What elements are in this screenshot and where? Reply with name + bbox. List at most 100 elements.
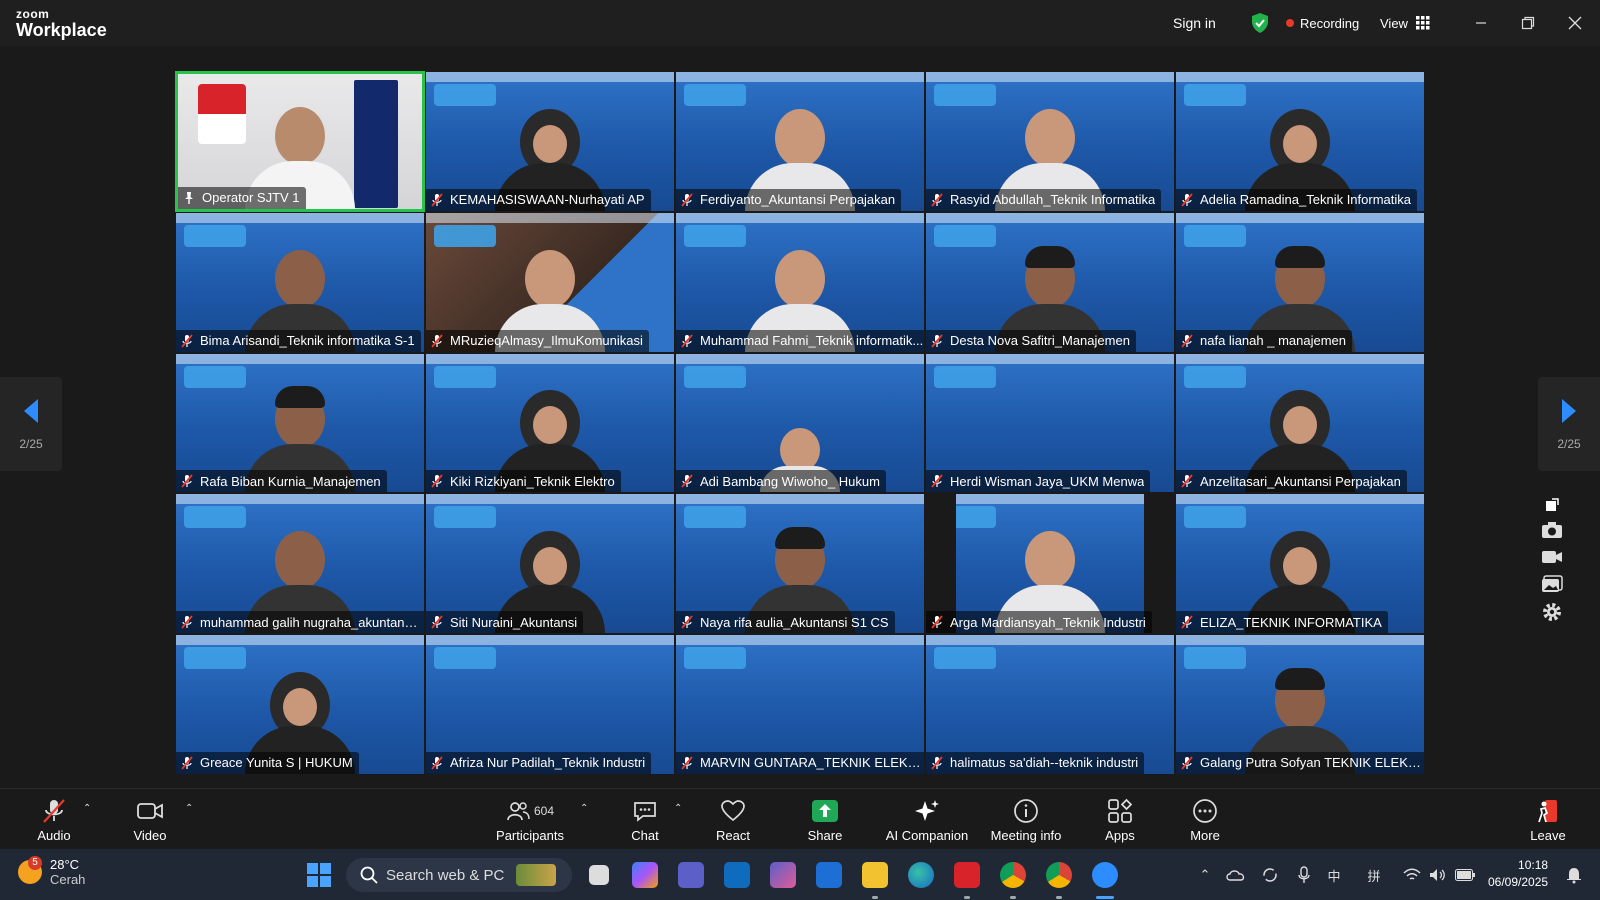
clock[interactable]: 10:18 06/09/2025	[1488, 857, 1548, 891]
file-explorer-app[interactable]	[860, 858, 890, 892]
chrome-profile-app[interactable]	[1044, 858, 1074, 892]
participant-tile[interactable]: MARVIN GUNTARA_TEKNIK ELEKTRO...	[675, 634, 925, 775]
mic-muted-icon	[1181, 615, 1193, 629]
participant-name-bar: Adelia Ramadina_Teknik Informatika	[1176, 188, 1417, 211]
recording-indicator[interactable]: Recording	[1286, 9, 1359, 37]
zoom-app[interactable]	[1090, 858, 1120, 892]
participant-tile[interactable]: Galang Putra Sofyan TEKNIK ELEKTRO	[1175, 634, 1425, 775]
weather-widget[interactable]: 5 28°C Cerah	[18, 855, 85, 889]
sign-in-button[interactable]: Sign in	[1173, 9, 1216, 37]
leave-button[interactable]: Leave	[1528, 789, 1568, 850]
participant-tile[interactable]: KEMAHASISWAAN-Nurhayati AP	[425, 71, 675, 212]
participant-tile[interactable]: Ferdiyanto_Akuntansi Perpajakan	[675, 71, 925, 212]
onedrive-tray[interactable]	[1226, 858, 1246, 892]
edge-app[interactable]	[906, 858, 936, 892]
participant-tile[interactable]: Siti Nuraini_Akuntansi	[425, 493, 675, 635]
meeting-info-button[interactable]: Meeting info	[986, 789, 1066, 850]
pin-icon	[185, 191, 193, 204]
sponsor-strip	[1176, 353, 1424, 364]
participant-tile[interactable]: Afriza Nur Padilah_Teknik Industri	[425, 634, 675, 775]
teams-app[interactable]	[676, 858, 706, 892]
participant-tile[interactable]: Adelia Ramadina_Teknik Informatika	[1175, 71, 1425, 212]
apps-button[interactable]: Apps	[1095, 789, 1145, 850]
participant-tile[interactable]: Naya rifa aulia_Akuntansi S1 CS	[675, 493, 925, 635]
battery-tray[interactable]	[1454, 858, 1476, 892]
settings-gear-icon[interactable]	[1542, 602, 1562, 622]
participant-tile[interactable]: muhammad galih nugraha_akuntansi...	[175, 493, 425, 635]
participants-button[interactable]: 604 Participants	[490, 789, 570, 850]
participant-tile[interactable]: Rafa Biban Kurnia_Manajemen	[175, 352, 425, 494]
task-view-button[interactable]	[584, 858, 614, 892]
participant-tile[interactable]: Anzelitasari_Akuntansi Perpajakan	[1175, 352, 1425, 494]
taskbar-search[interactable]: Search web & PC	[346, 858, 572, 892]
participant-name: Siti Nuraini_Akuntansi	[450, 614, 578, 630]
ime-mode[interactable]: 拼	[1364, 858, 1384, 892]
close-button[interactable]	[1560, 8, 1590, 38]
notifications-button[interactable]	[1564, 858, 1584, 892]
participant-tile[interactable]: ELIZA_TEKNIK INFORMATIKA	[1175, 493, 1425, 635]
remote-app[interactable]	[814, 858, 844, 892]
chat-label: Chat	[631, 828, 659, 843]
encryption-shield-icon[interactable]	[1250, 9, 1270, 37]
expand-icon[interactable]	[1545, 498, 1559, 512]
sponsor-strip	[176, 353, 424, 364]
chat-options-chevron-up-icon[interactable]: ⌃	[674, 803, 682, 814]
mic-muted-icon	[1181, 334, 1193, 348]
volume-tray[interactable]	[1428, 858, 1448, 892]
wps-office-app[interactable]	[952, 858, 982, 892]
start-button[interactable]	[304, 858, 334, 892]
mic-muted-icon	[1181, 756, 1193, 770]
wifi-tray[interactable]	[1402, 858, 1422, 892]
participant-tile[interactable]: halimatus sa'diah--teknik industri	[925, 634, 1175, 775]
participant-name-bar: Siti Nuraini_Akuntansi	[426, 611, 584, 634]
gallery-image-icon[interactable]	[1541, 575, 1563, 593]
teams-preview-app[interactable]	[768, 858, 798, 892]
participant-name: Adi Bambang Wiwoho_ Hukum	[700, 473, 880, 489]
participant-tile[interactable]: Bima Arisandi_Teknik informatika S-1	[175, 211, 425, 353]
ime-language[interactable]: 中	[1324, 858, 1344, 892]
next-page-button[interactable]: 2/25	[1538, 377, 1600, 471]
participant-tile[interactable]: MRuzieqAlmasy_IlmuKomunikasi	[425, 211, 675, 353]
audio-options-chevron-up-icon[interactable]: ⌃	[83, 803, 91, 814]
restore-button[interactable]	[1513, 8, 1543, 38]
minimize-button[interactable]	[1466, 8, 1496, 38]
participant-name-bar: ELIZA_TEKNIK INFORMATIKA	[1176, 611, 1388, 634]
ai-companion-button[interactable]: AI Companion	[882, 789, 972, 850]
show-hidden-icons-chevron-up-icon[interactable]: ⌃	[1196, 858, 1214, 892]
chrome-app[interactable]	[998, 858, 1028, 892]
participant-tile[interactable]: Herdi Wisman Jaya_UKM Menwa	[925, 352, 1175, 494]
event-banner-logo	[1184, 506, 1246, 529]
more-button[interactable]: More	[1180, 789, 1230, 850]
mic-tray[interactable]	[1294, 858, 1314, 892]
flag-decoration	[198, 84, 246, 144]
participant-tile[interactable]: Arga Mardiansyah_Teknik Industri	[925, 493, 1175, 635]
prev-page-button[interactable]: 2/25	[0, 377, 62, 471]
participant-tile[interactable]: Greace Yunita S | HUKUM	[175, 634, 425, 775]
copilot-app[interactable]	[630, 858, 660, 892]
share-button[interactable]: Share	[800, 789, 850, 850]
participants-options-chevron-up-icon[interactable]: ⌃	[580, 803, 588, 814]
participant-tile[interactable]: Desta Nova Safitri_Manajemen	[925, 211, 1175, 353]
chat-button[interactable]: Chat	[620, 789, 670, 850]
participant-tile[interactable]: Rasyid Abdullah_Teknik Informatika	[925, 71, 1175, 212]
video-button[interactable]: Video	[130, 789, 170, 850]
outlook-app[interactable]	[722, 858, 752, 892]
audio-button[interactable]: Audio	[34, 789, 74, 850]
participant-tile[interactable]: Kiki Rizkiyani_Teknik Elektro	[425, 352, 675, 494]
view-button[interactable]: View	[1380, 9, 1430, 37]
participant-name-bar: Kiki Rizkiyani_Teknik Elektro	[426, 470, 621, 493]
sponsor-strip	[926, 494, 1174, 505]
participant-tile[interactable]: nafa lianah _ manajemen	[1175, 211, 1425, 353]
video-options-chevron-up-icon[interactable]: ⌃	[185, 803, 193, 814]
sponsor-strip	[926, 353, 1174, 364]
participant-tile[interactable]: Operator SJTV 1	[175, 71, 425, 212]
react-button[interactable]: React	[708, 789, 758, 850]
video-camera-icon[interactable]	[1541, 548, 1563, 566]
sync-tray[interactable]	[1260, 858, 1280, 892]
ai-companion-label: AI Companion	[885, 828, 969, 843]
participant-name-bar: Adi Bambang Wiwoho_ Hukum	[676, 470, 886, 493]
participant-tile[interactable]: Adi Bambang Wiwoho_ Hukum	[675, 352, 925, 494]
participant-tile[interactable]: Muhammad Fahmi_Teknik informatik...	[675, 211, 925, 353]
camera-icon[interactable]	[1541, 521, 1563, 539]
sponsor-strip	[1176, 72, 1424, 82]
